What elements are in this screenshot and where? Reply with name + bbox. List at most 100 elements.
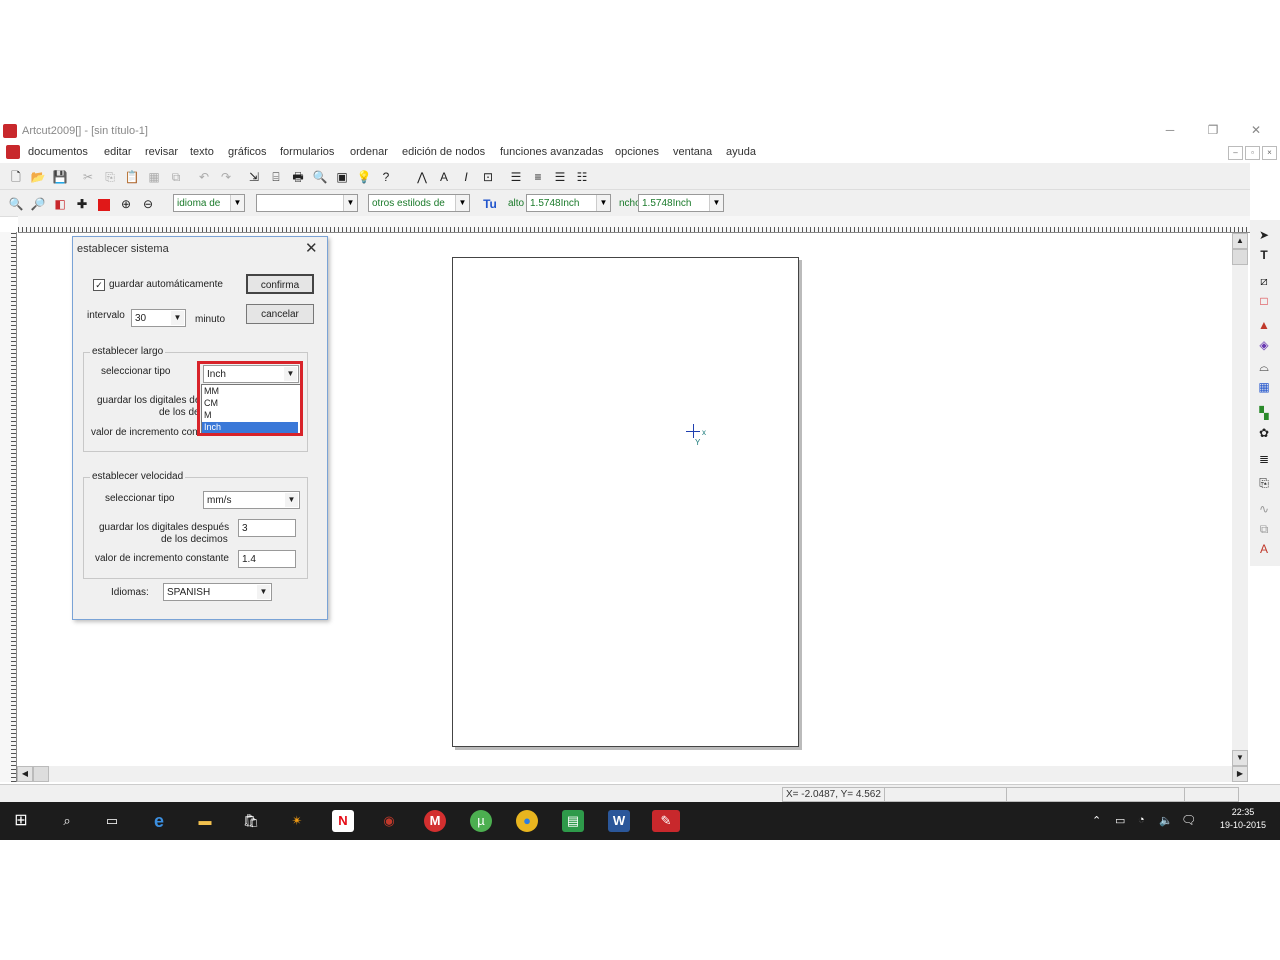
path-tool-icon[interactable]: ∿ bbox=[1255, 500, 1273, 518]
utorrent-icon[interactable]: µ bbox=[470, 810, 492, 832]
tray-chevron-up-icon[interactable]: ⌃ bbox=[1092, 814, 1101, 827]
menu-documentos[interactable]: documentos bbox=[28, 146, 88, 158]
zoom-page-icon[interactable]: ◧ bbox=[50, 194, 70, 214]
layer-tool-icon[interactable]: ≣ bbox=[1255, 450, 1273, 468]
zoom-out-icon[interactable]: 🔎 bbox=[28, 194, 48, 214]
shape-tool-icon[interactable]: ▲ bbox=[1255, 316, 1273, 334]
zoom-icon[interactable]: 🔍 bbox=[6, 194, 26, 214]
menu-ventana[interactable]: ventana bbox=[673, 146, 712, 158]
restore-button[interactable]: ❐ bbox=[1198, 123, 1228, 141]
contour-tool-icon[interactable]: ⌓ bbox=[1255, 358, 1273, 376]
interval-select[interactable]: 30 ▼ bbox=[131, 309, 186, 327]
copy-icon[interactable]: ⎘ bbox=[100, 167, 120, 187]
menu-revisar[interactable]: revisar bbox=[145, 146, 178, 158]
zoom-in-icon[interactable]: ⊕ bbox=[116, 194, 136, 214]
copy-tool-icon[interactable]: ⎘ bbox=[1255, 474, 1273, 492]
battery-icon[interactable]: ▭ bbox=[1115, 814, 1125, 827]
menu-opciones[interactable]: opciones bbox=[615, 146, 659, 158]
text-tool-icon[interactable]: T bbox=[1255, 246, 1273, 264]
menu-ordenar[interactable]: ordenar bbox=[350, 146, 388, 158]
scroll-down-icon[interactable]: ▼ bbox=[1232, 750, 1248, 766]
special-effect-icon[interactable]: ✿ bbox=[1255, 424, 1273, 442]
word-icon[interactable]: W bbox=[608, 810, 630, 832]
language-combo[interactable]: idioma de ▼ bbox=[173, 194, 245, 212]
notifications-icon[interactable]: 🗨 bbox=[1181, 813, 1196, 827]
redo-icon[interactable]: ↷ bbox=[216, 167, 236, 187]
clock[interactable]: 22:35 19-10-2015 bbox=[1220, 807, 1266, 830]
undo-icon[interactable]: ↶ bbox=[194, 167, 214, 187]
rectangle-tool-icon[interactable]: □ bbox=[1255, 292, 1273, 310]
hscroll-thumb[interactable] bbox=[33, 766, 49, 782]
netflix-icon[interactable]: N bbox=[332, 810, 354, 832]
menu-edicion-nodos[interactable]: edición de nodos bbox=[402, 146, 485, 158]
cancel-button[interactable]: cancelar bbox=[246, 304, 314, 324]
select-all-icon[interactable]: ▦ bbox=[144, 167, 164, 187]
text-effect-icon[interactable]: A bbox=[1255, 540, 1273, 558]
media-player-icon[interactable]: ◉ bbox=[378, 810, 400, 832]
weld-tool-icon[interactable]: ⧉ bbox=[1255, 520, 1273, 538]
menu-funciones-avanzadas[interactable]: funciones avanzadas bbox=[500, 146, 603, 158]
text-format-icon[interactable]: Tu bbox=[480, 194, 500, 214]
store-icon[interactable]: 🛍 bbox=[240, 810, 262, 832]
menu-ayuda[interactable]: ayuda bbox=[726, 146, 756, 158]
hint-icon[interactable]: 💡 bbox=[354, 167, 374, 187]
style-combo[interactable]: otros estilods de ▼ bbox=[368, 194, 470, 212]
help-icon[interactable]: ? bbox=[376, 167, 396, 187]
chrome-icon[interactable]: ● bbox=[516, 810, 538, 832]
autosave-checkbox[interactable]: ✓ bbox=[93, 279, 105, 291]
start-windows-icon[interactable]: ⊞ bbox=[10, 810, 32, 832]
align-center-icon[interactable]: ≡ bbox=[528, 167, 548, 187]
print-icon[interactable]: 🖶 bbox=[288, 167, 308, 187]
scan-icon[interactable]: ⌸ bbox=[266, 167, 286, 187]
scroll-up-icon[interactable]: ▲ bbox=[1232, 233, 1248, 249]
mdi-restore-button[interactable]: ▫ bbox=[1245, 146, 1260, 160]
pointer-tool-icon[interactable]: ➤ bbox=[1255, 226, 1273, 244]
grid-tool-icon[interactable]: ▦ bbox=[1255, 378, 1273, 396]
task-view-icon[interactable]: ▭ bbox=[101, 810, 123, 832]
volume-icon[interactable]: 🔈 bbox=[1159, 814, 1173, 827]
menu-formularios[interactable]: formularios bbox=[280, 146, 334, 158]
scroll-left-icon[interactable]: ◀ bbox=[17, 766, 33, 782]
paste-icon[interactable]: 📋 bbox=[122, 167, 142, 187]
color-fill-icon[interactable] bbox=[94, 194, 114, 214]
vertical-scrollbar[interactable]: ▲ ▼ bbox=[1232, 233, 1248, 766]
align-justify-icon[interactable]: ☷ bbox=[572, 167, 592, 187]
zoom-all-icon[interactable]: ⊖ bbox=[138, 194, 158, 214]
mdi-minimize-button[interactable]: – bbox=[1228, 146, 1243, 160]
speed-decimals-input[interactable]: 3 bbox=[238, 519, 296, 537]
open-folder-icon[interactable]: 📂 bbox=[28, 167, 48, 187]
width-combo[interactable]: 1.5748Inch ▼ bbox=[638, 194, 724, 212]
text-bold-icon[interactable]: A bbox=[434, 167, 454, 187]
menu-texto[interactable]: texto bbox=[190, 146, 214, 158]
save-icon[interactable]: 💾 bbox=[50, 167, 70, 187]
search-icon[interactable]: ⌕ bbox=[56, 810, 78, 832]
cut-icon[interactable]: ✂ bbox=[78, 167, 98, 187]
file-explorer-icon[interactable]: ▬ bbox=[194, 810, 216, 832]
document-page[interactable] bbox=[452, 257, 799, 747]
menu-graficos[interactable]: gráficos bbox=[228, 146, 267, 158]
clone-icon[interactable]: ⧉ bbox=[166, 167, 186, 187]
vertical-text-icon[interactable]: ⧄ bbox=[1255, 272, 1273, 290]
mdi-close-button[interactable]: × bbox=[1262, 146, 1277, 160]
align-right-icon[interactable]: ☰ bbox=[550, 167, 570, 187]
confirm-button[interactable]: confirma bbox=[246, 274, 314, 294]
pan-cross-icon[interactable]: ✚ bbox=[72, 194, 92, 214]
spreadsheet-app-icon[interactable]: ▤ bbox=[562, 810, 584, 832]
fill-tool-icon[interactable]: ◈ bbox=[1255, 336, 1273, 354]
speed-type-select[interactable]: mm/s ▼ bbox=[203, 491, 300, 509]
align-left-icon[interactable]: ☰ bbox=[506, 167, 526, 187]
font-combo[interactable]: ▼ bbox=[256, 194, 358, 212]
cut-plot-icon[interactable]: ▣ bbox=[332, 167, 352, 187]
new-file-icon[interactable]: 🗋 bbox=[6, 167, 26, 187]
menu-editar[interactable]: editar bbox=[104, 146, 132, 158]
close-button[interactable]: ✕ bbox=[1241, 123, 1271, 141]
minimize-button[interactable]: ─ bbox=[1155, 123, 1185, 141]
artcut-taskbar-icon[interactable]: ✎ bbox=[652, 810, 680, 832]
language-select[interactable]: SPANISH ▼ bbox=[163, 583, 272, 601]
text-frame-icon[interactable]: ⊡ bbox=[478, 167, 498, 187]
mail-app-icon[interactable]: M bbox=[424, 810, 446, 832]
dialog-close-button[interactable]: ✕ bbox=[305, 239, 318, 257]
speed-increment-input[interactable]: 1.4 bbox=[238, 550, 296, 568]
wifi-icon[interactable]: ◔ bbox=[1138, 814, 1145, 826]
print-preview-icon[interactable]: 🔍 bbox=[310, 167, 330, 187]
